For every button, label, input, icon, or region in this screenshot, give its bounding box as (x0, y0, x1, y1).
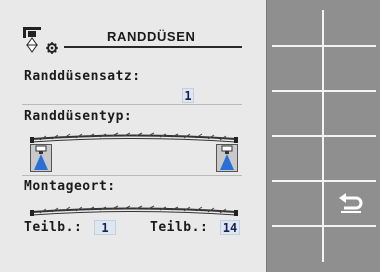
right-section-value[interactable]: 14 (220, 220, 240, 235)
return-arrow-icon (339, 193, 363, 213)
nozzle-type-label: Randdüsentyp: (24, 109, 133, 124)
softkey-divider (272, 45, 376, 47)
nozzle-set-value[interactable]: 1 (182, 88, 194, 103)
boom-icon (30, 205, 238, 216)
left-nozzle-icon (30, 144, 52, 172)
boom-icon (30, 132, 238, 143)
softkey-divider (272, 90, 376, 92)
main-panel: RANDDÜSEN Randdüsensatz: 1 Randdüsentyp: (0, 0, 267, 272)
section-divider (22, 104, 242, 105)
left-section-value[interactable]: 1 (94, 220, 116, 235)
section-divider (22, 175, 242, 176)
right-nozzle-icon (216, 144, 238, 172)
mounting-location-label: Montageort: (24, 179, 116, 194)
boom-nozzle-gear-icon (23, 27, 58, 54)
header-divider (64, 46, 242, 48)
return-button[interactable] (324, 180, 378, 224)
softkey-panel (268, 0, 380, 272)
right-section-label: Teilb.: (150, 220, 209, 235)
page-title: RANDDÜSEN (107, 29, 196, 44)
left-section-label: Teilb.: (24, 220, 83, 235)
terminal-screen: RANDDÜSEN Randdüsensatz: 1 Randdüsentyp: (0, 0, 380, 272)
softkey-divider (272, 225, 376, 227)
nozzle-set-label: Randdüsensatz: (24, 69, 141, 84)
softkey-divider (272, 135, 376, 137)
